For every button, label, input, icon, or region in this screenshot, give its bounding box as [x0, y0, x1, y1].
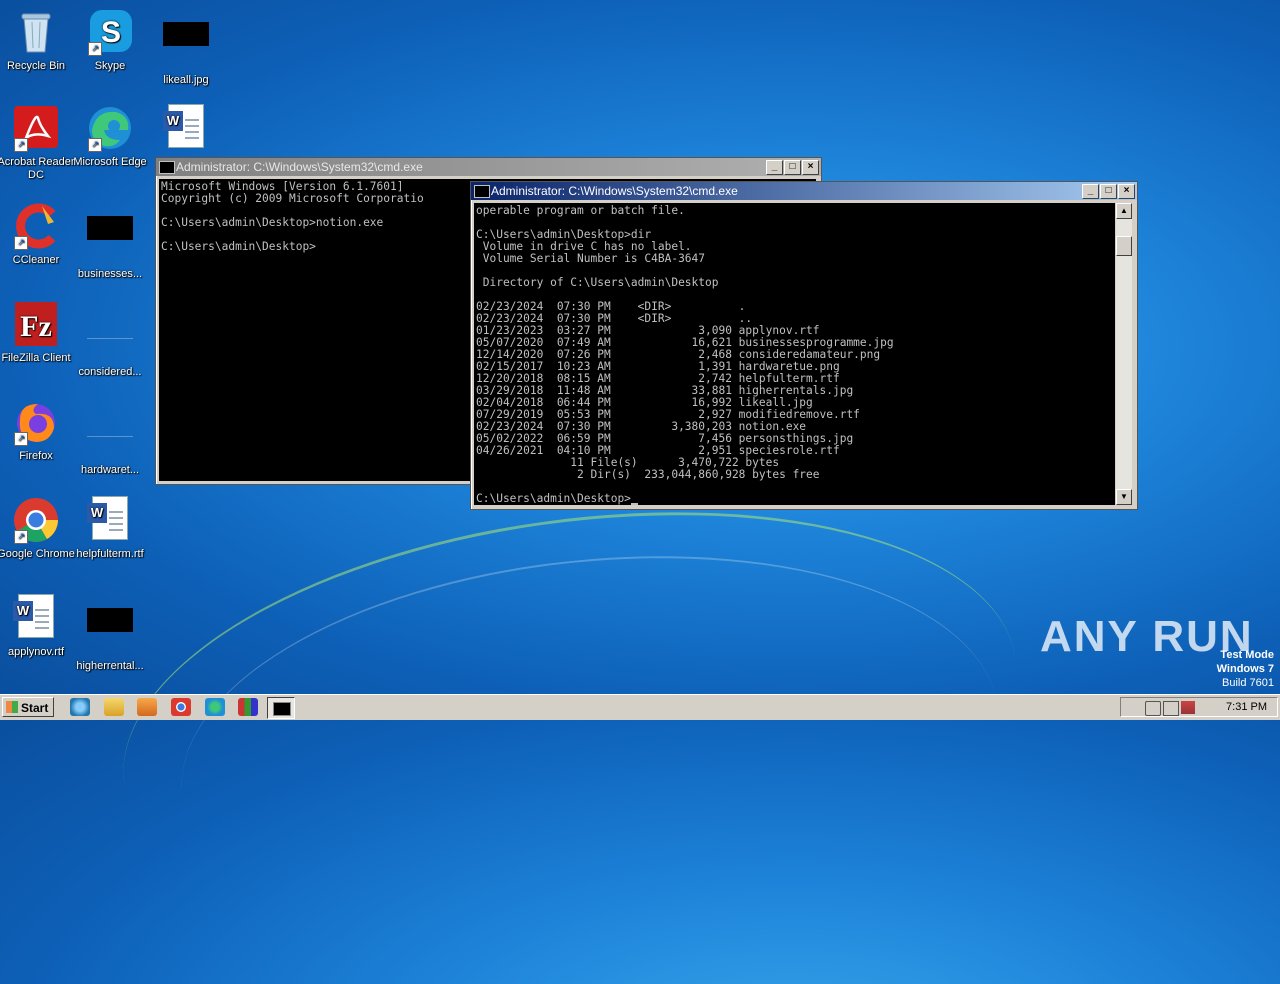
clock[interactable]: 7:31 PM — [1226, 701, 1267, 713]
edge-icon: ↗ — [86, 104, 134, 152]
recycle-bin-icon — [12, 8, 60, 56]
text-cursor — [630, 503, 638, 505]
desktop-icon-skype[interactable]: S ↗ Skype — [67, 8, 153, 73]
test-mode-line: Windows 7 — [1216, 663, 1274, 675]
image-file-icon — [86, 216, 134, 264]
close-button[interactable]: × — [1118, 184, 1135, 199]
cmd-icon — [474, 185, 490, 198]
windows-flag-icon — [6, 701, 18, 713]
scroll-up-arrow-icon[interactable]: ▲ — [1116, 203, 1132, 219]
console-line: Volume Serial Number is C4BA-3647 — [476, 252, 706, 265]
scroll-down-arrow-icon[interactable]: ▼ — [1116, 489, 1132, 505]
ccleaner-icon: ↗ — [12, 202, 60, 250]
console-line: 2 Dir(s) 233,044,860,928 bytes free — [476, 468, 820, 481]
window-titlebar[interactable]: Administrator: C:\Windows\System32\cmd.e… — [471, 182, 1137, 200]
test-mode-line: Test Mode — [1220, 649, 1274, 661]
chevron-up-icon[interactable] — [1127, 701, 1141, 714]
window-titlebar[interactable]: Administrator: C:\Windows\System32\cmd.e… — [156, 158, 821, 176]
desktop-icon-hardware[interactable]: hardwaret... — [67, 398, 153, 477]
cmd-window-front[interactable]: Administrator: C:\Windows\System32\cmd.e… — [470, 181, 1138, 510]
cmd-icon — [273, 702, 291, 716]
minimize-button[interactable]: _ — [1082, 184, 1099, 199]
console-line: operable program or batch file. — [476, 204, 685, 217]
vertical-scrollbar[interactable]: ▲ ▼ — [1116, 203, 1132, 505]
cmd-icon — [159, 161, 175, 174]
media-player-icon[interactable] — [137, 698, 157, 716]
internet-explorer-icon[interactable] — [70, 698, 90, 716]
maximize-button[interactable]: □ — [784, 160, 801, 175]
window-title: Administrator: C:\Windows\System32\cmd.e… — [176, 160, 423, 174]
speaker-icon[interactable] — [1145, 701, 1161, 716]
network-icon[interactable] — [1163, 701, 1179, 716]
desktop-icon-helpfulterm[interactable]: W helpfulterm.rtf — [67, 496, 153, 561]
desktop-icon-label: likeall.jpg — [163, 74, 209, 86]
word-document-icon: W — [86, 496, 134, 544]
desktop-icon-label: Skype — [94, 60, 126, 72]
word-document-icon: W — [12, 594, 60, 642]
taskbar: Start 7:31 PM — [0, 694, 1280, 720]
test-mode-notice: Test Mode Windows 7 Build 7601 — [1217, 648, 1274, 690]
skype-icon: S ↗ — [86, 8, 134, 56]
chrome-icon[interactable] — [171, 698, 191, 716]
console-line: C:\Users\admin\Desktop> — [476, 493, 1115, 505]
desktop-icon-word-doc[interactable]: W — [143, 104, 229, 156]
test-mode-line: Build 7601 — [1222, 677, 1274, 689]
image-file-icon — [86, 314, 134, 362]
start-label: Start — [21, 701, 49, 715]
file-explorer-icon[interactable] — [104, 698, 124, 716]
flag-notification-icon[interactable] — [1181, 701, 1195, 714]
shortcut-arrow-icon: ↗ — [14, 236, 28, 250]
chrome-icon: ↗ — [12, 496, 60, 544]
window-title: Administrator: C:\Windows\System32\cmd.e… — [491, 184, 738, 198]
desktop-icon-label: considered... — [78, 366, 142, 378]
desktop-icon-label: Microsoft Edge — [73, 156, 147, 168]
winrar-icon[interactable] — [238, 698, 258, 716]
desktop-icon-label: helpfulterm.rtf — [76, 548, 144, 560]
shortcut-arrow-icon: ↗ — [14, 138, 28, 152]
desktop-icon-label: businesses... — [77, 268, 143, 280]
svg-text:Fz: Fz — [20, 310, 52, 343]
desktop-icon-considered[interactable]: considered... — [67, 300, 153, 379]
taskbar-item-cmd[interactable] — [267, 697, 295, 719]
filezilla-icon: Fz — [12, 300, 60, 348]
desktop-icon-edge[interactable]: ↗ Microsoft Edge — [67, 104, 153, 169]
acrobat-icon: ↗ — [12, 104, 60, 152]
edge-icon[interactable] — [205, 698, 225, 716]
start-button[interactable]: Start — [2, 697, 54, 717]
image-file-icon — [162, 22, 210, 70]
desktop-icon-label: higherrental... — [76, 660, 144, 672]
minimize-button[interactable]: _ — [766, 160, 783, 175]
shortcut-arrow-icon: ↗ — [88, 138, 102, 152]
image-file-icon — [86, 412, 134, 460]
maximize-button[interactable]: □ — [1100, 184, 1117, 199]
image-file-icon — [86, 608, 134, 656]
close-button[interactable]: × — [802, 160, 819, 175]
desktop-icon-likeall[interactable]: likeall.jpg — [143, 8, 229, 87]
word-document-icon: W — [162, 104, 210, 152]
desktop-icon-businesses[interactable]: businesses... — [67, 202, 153, 281]
desktop-icon-higherrental[interactable]: higherrental... — [67, 594, 153, 673]
system-tray: 7:31 PM — [1120, 697, 1278, 717]
desktop-icon-label: hardwaret... — [80, 464, 140, 476]
shortcut-arrow-icon: ↗ — [88, 42, 102, 56]
console-line: Directory of C:\Users\admin\Desktop — [476, 276, 719, 289]
svg-text:S: S — [101, 16, 121, 49]
scrollbar-thumb[interactable] — [1116, 236, 1132, 256]
shortcut-arrow-icon: ↗ — [14, 432, 28, 446]
console-output[interactable]: operable program or batch file. C:\Users\… — [474, 203, 1115, 505]
shortcut-arrow-icon: ↗ — [14, 530, 28, 544]
firefox-icon: ↗ — [12, 398, 60, 446]
